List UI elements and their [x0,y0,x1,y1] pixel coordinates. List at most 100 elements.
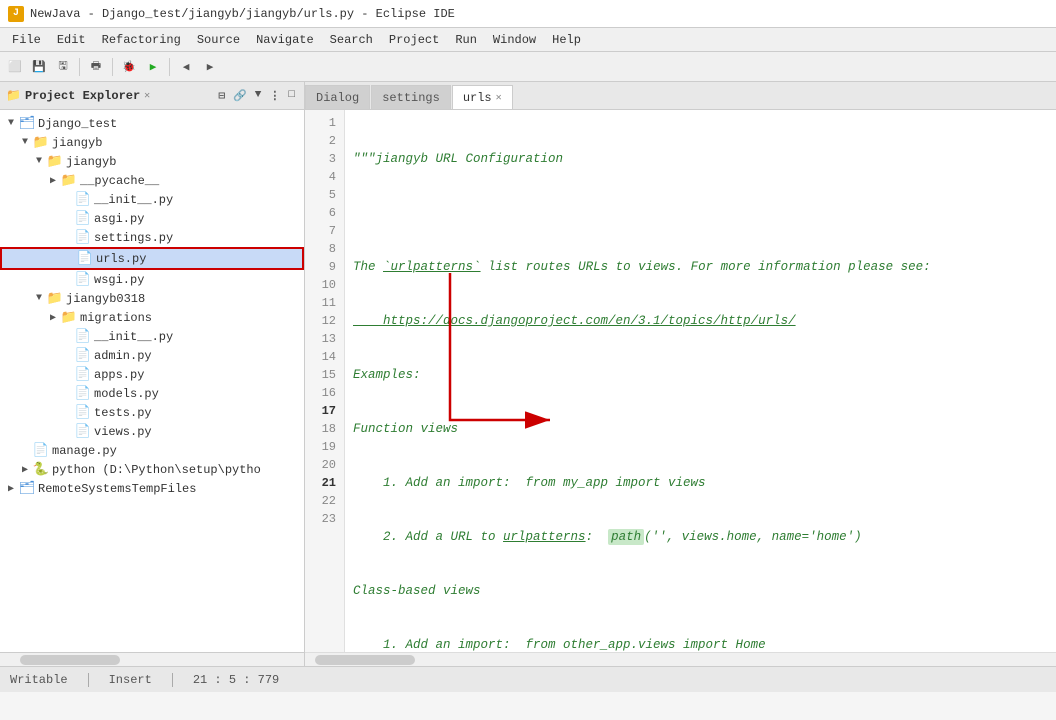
editor-wrapper: 1 2 3 4 5 6 7 8 9 10 11 12 13 14 15 16 1 [305,110,1056,666]
tree-hscroll-thumb [20,655,120,665]
menu-project[interactable]: Project [381,31,447,49]
code-content[interactable]: """jiangyb URL Configuration The `urlpat… [345,110,1056,652]
file-icon: 📄 [74,424,92,439]
code-line-3: The `urlpatterns` list routes URLs to vi… [353,258,1048,276]
line-num: 4 [309,168,336,186]
filter-button[interactable]: ▼ [252,88,265,104]
project-explorer: 📁 Project Explorer ✕ ⊟ 🔗 ▼ ⋮ □ ▼ 🗂 Djang… [0,82,305,666]
expand-arrow[interactable]: ▶ [4,483,18,495]
tree-label: python (D:\Python\setup\pytho [52,463,261,477]
tree-item-pycache[interactable]: ▶ 📁 __pycache__ [0,171,304,190]
line-num: 11 [309,294,336,312]
line-num: 3 [309,150,336,168]
collapse-all-button[interactable]: ⊟ [215,88,228,104]
tree-item-urls-py[interactable]: 📄 urls.py [0,247,304,270]
folder-icon: 📁 [32,135,50,150]
file-icon: 📄 [74,386,92,401]
menu-navigate[interactable]: Navigate [248,31,322,49]
file-icon: 📄 [74,329,92,344]
tab-close-icon[interactable]: ✕ [496,92,502,104]
expand-arrow[interactable]: ▶ [18,464,32,476]
tree-label: Django_test [38,117,117,131]
expand-arrow[interactable]: ▶ [46,175,60,187]
maximize-button[interactable]: □ [285,88,298,104]
line-num: 5 [309,186,336,204]
line-numbers: 1 2 3 4 5 6 7 8 9 10 11 12 13 14 15 16 1 [305,110,345,652]
menu-bar: File Edit Refactoring Source Navigate Se… [0,28,1056,52]
tree-item-asgi-py[interactable]: 📄 asgi.py [0,209,304,228]
file-icon: 📄 [74,348,92,363]
menu-refactoring[interactable]: Refactoring [94,31,189,49]
menu-help[interactable]: Help [544,31,589,49]
tree-item-admin-py[interactable]: 📄 admin.py [0,346,304,365]
tree-label: __init__.py [94,330,173,344]
expand-arrow[interactable]: ▼ [18,137,32,148]
tree-item-python-env[interactable]: ▶ 🐍 python (D:\Python\setup\pytho [0,460,304,479]
new-button[interactable]: ⬜ [4,56,26,78]
line-num: 2 [309,132,336,150]
explorer-close-icon[interactable]: ✕ [144,90,150,102]
folder-icon: 📁 [60,173,78,188]
tab-urls[interactable]: urls ✕ [452,85,513,109]
expand-arrow[interactable]: ▶ [46,312,60,324]
tree-item-manage-py[interactable]: 📄 manage.py [0,441,304,460]
menu-search[interactable]: Search [322,31,381,49]
tab-settings[interactable]: settings [371,85,451,109]
tree-item-apps-py[interactable]: 📄 apps.py [0,365,304,384]
tree-label: __pycache__ [80,174,159,188]
tree-item-tests-py[interactable]: 📄 tests.py [0,403,304,422]
project-icon: 🗂 [18,481,36,496]
tree-item-migrations[interactable]: ▶ 📁 migrations [0,308,304,327]
line-num: 15 [309,366,336,384]
tree-item-views-py[interactable]: 📄 views.py [0,422,304,441]
status-separator-1 [88,673,89,687]
tree-label: models.py [94,387,159,401]
menu-edit[interactable]: Edit [49,31,94,49]
save-button[interactable]: 💾 [28,56,50,78]
line-num: 19 [309,438,336,456]
tree-item-remote-systems[interactable]: ▶ 🗂 RemoteSystemsTempFiles [0,479,304,498]
save-all-button[interactable]: 🖫 [52,56,74,78]
expand-arrow[interactable]: ▼ [32,293,46,304]
file-icon: 📄 [74,211,92,226]
line-num: 6 [309,204,336,222]
tree-item-jiangyb0318[interactable]: ▼ 📁 jiangyb0318 [0,289,304,308]
tree-label: jiangyb [66,155,116,169]
next-button[interactable]: ▶ [199,56,221,78]
file-icon: 📄 [74,405,92,420]
prev-button[interactable]: ◀ [175,56,197,78]
expand-arrow[interactable]: ▼ [4,118,18,129]
tree-hscroll[interactable] [0,652,304,666]
editor-hscroll[interactable] [305,652,1056,666]
tree-item-wsgi-py[interactable]: 📄 wsgi.py [0,270,304,289]
view-menu-button[interactable]: ⋮ [266,88,283,104]
print-button[interactable]: 🖶 [85,56,107,78]
expand-arrow[interactable]: ▼ [32,156,46,167]
code-line-9: Class-based views [353,582,1048,600]
status-separator-2 [172,673,173,687]
line-num: 16 [309,384,336,402]
tree-item-models-py[interactable]: 📄 models.py [0,384,304,403]
file-icon: 📄 [74,272,92,287]
menu-source[interactable]: Source [189,31,248,49]
tree-item-jiangyb-root[interactable]: ▼ 📁 jiangyb [0,133,304,152]
link-editor-button[interactable]: 🔗 [230,88,250,104]
tree-item-settings-py[interactable]: 📄 settings.py [0,228,304,247]
folder-icon: 📁 [46,154,64,169]
file-icon: 📄 [74,230,92,245]
menu-run[interactable]: Run [447,31,485,49]
tree-item-init2-py[interactable]: 📄 __init__.py [0,327,304,346]
env-icon: 🐍 [32,462,50,477]
main-layout: 📁 Project Explorer ✕ ⊟ 🔗 ▼ ⋮ □ ▼ 🗂 Djang… [0,82,1056,666]
menu-window[interactable]: Window [485,31,544,49]
menu-file[interactable]: File [4,31,49,49]
run-button[interactable]: ▶ [142,56,164,78]
tree-item-init-py[interactable]: 📄 __init__.py [0,190,304,209]
debug-button[interactable]: 🐞 [118,56,140,78]
tab-dialog[interactable]: Dialog [305,85,370,109]
toolbar: ⬜ 💾 🖫 🖶 🐞 ▶ ◀ ▶ [0,52,1056,82]
tab-settings-label: settings [382,91,440,105]
tree-item-jiangyb-inner[interactable]: ▼ 📁 jiangyb [0,152,304,171]
tree-item-django-test[interactable]: ▼ 🗂 Django_test [0,114,304,133]
tree-label: tests.py [94,406,152,420]
